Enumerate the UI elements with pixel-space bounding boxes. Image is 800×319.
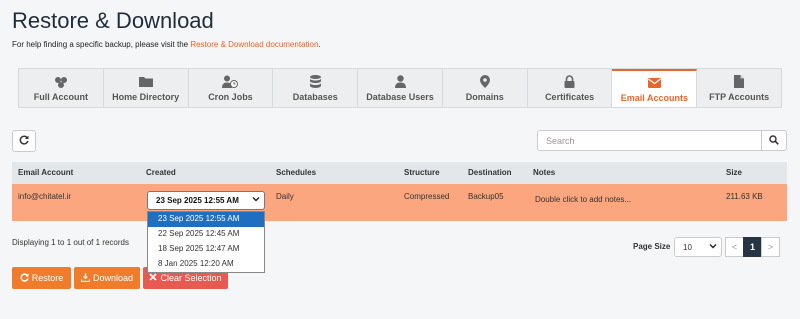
page-title: Restore & Download — [12, 8, 214, 33]
tab-certificates[interactable]: Certificates — [527, 69, 613, 107]
download-icon — [80, 272, 91, 284]
column-size[interactable]: Size — [726, 168, 742, 177]
chevron-down-icon — [709, 242, 717, 252]
email-account-cell: info@chitatel.ir — [18, 192, 72, 201]
map-pin-icon — [479, 75, 490, 89]
restore-button[interactable]: Restore — [12, 267, 71, 289]
documentation-link[interactable]: Restore & Download documentation — [190, 40, 318, 49]
refresh-button[interactable] — [12, 130, 36, 152]
database-icon — [309, 75, 321, 89]
search-button[interactable] — [762, 130, 787, 151]
full-account-icon — [54, 75, 68, 89]
structure-cell: Compressed — [404, 192, 450, 201]
tab-databases[interactable]: Databases — [273, 69, 359, 107]
tab-database-users[interactable]: Database Users — [358, 69, 443, 107]
next-page-button[interactable]: > — [761, 237, 780, 257]
tab-cron-jobs[interactable]: Cron Jobs — [188, 69, 274, 107]
record-count: Displaying 1 to 1 out of 1 records — [12, 238, 129, 247]
search-icon — [769, 132, 779, 150]
tab-full-account[interactable]: Full Account — [19, 69, 104, 107]
tab-ftp-accounts[interactable]: FTP Accounts — [697, 69, 782, 107]
restore-label: Restore — [31, 273, 64, 283]
tab-label: Cron Jobs — [208, 91, 253, 102]
folder-icon — [138, 75, 153, 89]
tab-label: FTP Accounts — [709, 91, 770, 102]
notes-cell[interactable]: Double click to add notes... — [535, 195, 631, 204]
table-header: Email Account Created Schedules Structur… — [12, 162, 787, 185]
tab-email-accounts[interactable]: Email Accounts — [612, 69, 698, 107]
tab-label: Database Users — [366, 91, 434, 102]
created-date-dropdown: 23 Sep 2025 12:55 AM 22 Sep 2025 12:45 A… — [147, 211, 265, 273]
page-1-button[interactable]: 1 — [743, 237, 762, 257]
column-email-account[interactable]: Email Account — [18, 168, 73, 177]
tab-label: Home Directory — [112, 91, 180, 102]
column-created[interactable]: Created — [146, 168, 176, 177]
help-prefix: For help finding a specific backup, plea… — [12, 40, 191, 49]
page-size-label: Page Size — [633, 242, 671, 251]
lock-icon — [564, 75, 575, 89]
tab-label: Domains — [465, 91, 504, 102]
date-option[interactable]: 8 Jan 2025 12:20 AM — [148, 257, 264, 272]
tab-label: Databases — [292, 91, 338, 102]
file-icon — [734, 75, 745, 89]
date-option[interactable]: 18 Sep 2025 12:47 AM — [148, 242, 264, 257]
prev-page-button[interactable]: < — [725, 237, 744, 257]
page-size-select[interactable]: 10 — [674, 237, 722, 257]
envelope-icon — [647, 76, 661, 90]
download-button[interactable]: Download — [74, 267, 140, 289]
tab-label: Email Accounts — [620, 92, 688, 103]
destination-cell: Backup05 — [468, 192, 504, 201]
backup-type-tabs: Full Account Home Directory Cron Jobs Da… — [18, 68, 782, 108]
tab-label: Full Account — [33, 91, 88, 102]
download-label: Download — [92, 273, 134, 283]
tab-domains[interactable]: Domains — [442, 69, 528, 107]
user-icon — [394, 75, 406, 89]
page-size-value: 10 — [683, 243, 692, 252]
size-cell: 211.63 KB — [726, 192, 763, 201]
selected-date: 23 Sep 2025 12:55 AM — [156, 196, 239, 205]
refresh-icon — [19, 132, 29, 150]
tab-home-directory[interactable]: Home Directory — [103, 69, 189, 107]
date-option[interactable]: 23 Sep 2025 12:55 AM — [148, 212, 264, 227]
column-schedules[interactable]: Schedules — [276, 168, 316, 177]
chevron-down-icon — [252, 195, 260, 205]
help-text: For help finding a specific backup, plea… — [12, 40, 321, 49]
clear-selection-label: Clear Selection — [160, 273, 222, 283]
column-notes[interactable]: Notes — [533, 168, 555, 177]
help-suffix: . — [318, 40, 321, 49]
search-input[interactable] — [537, 130, 762, 151]
created-date-select[interactable]: 23 Sep 2025 12:55 AM — [147, 191, 265, 210]
pagination: < 1 > — [725, 237, 780, 257]
table-row[interactable]: info@chitatel.ir Daily Compressed Backup… — [12, 184, 787, 221]
date-option[interactable]: 22 Sep 2025 12:45 AM — [148, 227, 264, 242]
user-clock-icon — [222, 75, 239, 89]
restore-icon — [20, 272, 29, 284]
close-icon — [149, 273, 158, 283]
schedule-cell: Daily — [276, 192, 294, 201]
column-destination[interactable]: Destination — [468, 168, 512, 177]
tab-label: Certificates — [545, 91, 595, 102]
column-structure[interactable]: Structure — [404, 168, 440, 177]
